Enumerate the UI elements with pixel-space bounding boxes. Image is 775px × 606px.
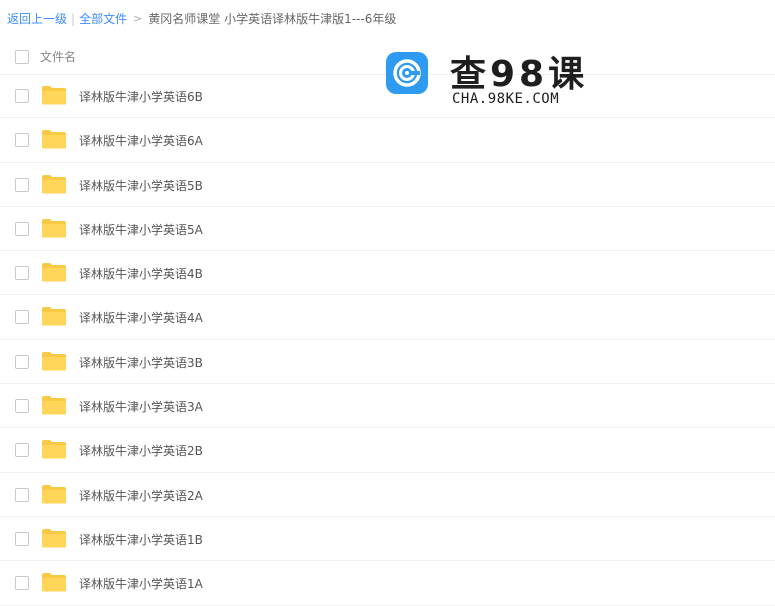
folder-icon bbox=[41, 262, 67, 282]
table-row[interactable]: 译林版牛津小学英语5A bbox=[0, 207, 775, 252]
folder-icon bbox=[41, 306, 67, 326]
breadcrumb-separator: | bbox=[71, 11, 76, 26]
all-files-link[interactable]: 全部文件 bbox=[79, 10, 127, 27]
file-name[interactable]: 译林版牛津小学英语4B bbox=[79, 265, 203, 282]
file-name[interactable]: 译林版牛津小学英语6B bbox=[79, 88, 203, 105]
table-row[interactable]: 译林版牛津小学英语1A bbox=[0, 561, 775, 606]
folder-icon bbox=[41, 85, 67, 105]
table-row[interactable]: 译林版牛津小学英语1B bbox=[0, 517, 775, 562]
folder-icon bbox=[41, 129, 67, 149]
file-name[interactable]: 译林版牛津小学英语3A bbox=[79, 398, 203, 415]
row-checkbox[interactable] bbox=[15, 310, 29, 325]
row-checkbox[interactable] bbox=[15, 221, 29, 236]
file-name[interactable]: 译林版牛津小学英语4A bbox=[79, 309, 203, 326]
row-checkbox[interactable] bbox=[15, 266, 29, 281]
breadcrumb-arrow-icon: > bbox=[133, 12, 143, 25]
folder-icon bbox=[41, 484, 67, 504]
file-name[interactable]: 译林版牛津小学英语3B bbox=[79, 354, 203, 371]
file-name[interactable]: 译林版牛津小学英语2B bbox=[79, 442, 203, 459]
file-list: 译林版牛津小学英语6B 译林版牛津小学英语6A 译林版牛津小学英语5B 译林版牛津小学… bbox=[0, 74, 775, 606]
file-name[interactable]: 译林版牛津小学英语6A bbox=[79, 132, 203, 149]
folder-icon bbox=[41, 572, 67, 592]
folder-icon bbox=[41, 218, 67, 238]
breadcrumb: 返回上一级 | 全部文件 > 黄冈名师课堂 小学英语译林版牛津版1---6年级 bbox=[7, 10, 396, 27]
file-name[interactable]: 译林版牛津小学英语2A bbox=[79, 487, 203, 504]
table-row[interactable]: 译林版牛津小学英语4B bbox=[0, 251, 775, 296]
back-link[interactable]: 返回上一级 bbox=[7, 10, 67, 27]
row-checkbox[interactable] bbox=[15, 177, 29, 192]
folder-icon bbox=[41, 174, 67, 194]
row-checkbox[interactable] bbox=[15, 443, 29, 458]
file-name[interactable]: 译林版牛津小学英语1A bbox=[79, 575, 203, 592]
folder-icon bbox=[41, 528, 67, 548]
table-row[interactable]: 译林版牛津小学英语2B bbox=[0, 428, 775, 473]
watermark-logo-icon bbox=[386, 52, 428, 94]
table-row[interactable]: 译林版牛津小学英语4A bbox=[0, 295, 775, 340]
row-checkbox[interactable] bbox=[15, 399, 29, 414]
table-row[interactable]: 译林版牛津小学英语2A bbox=[0, 473, 775, 517]
folder-icon bbox=[41, 395, 67, 415]
column-header-filename[interactable]: 文件名 bbox=[40, 48, 76, 65]
row-checkbox[interactable] bbox=[15, 576, 29, 591]
file-name[interactable]: 译林版牛津小学英语5A bbox=[79, 221, 203, 238]
watermark-url: CHA.98KE.COM bbox=[452, 91, 560, 107]
folder-icon bbox=[41, 439, 67, 459]
breadcrumb-current: 黄冈名师课堂 小学英语译林版牛津版1---6年级 bbox=[148, 12, 397, 26]
table-row[interactable]: 译林版牛津小学英语6A bbox=[0, 118, 775, 163]
table-row[interactable]: 译林版牛津小学英语3A bbox=[0, 384, 775, 429]
watermark: 查98课 CHA.98KE.COM bbox=[386, 45, 586, 115]
table-row[interactable]: 译林版牛津小学英语3B bbox=[0, 340, 775, 385]
row-checkbox[interactable] bbox=[15, 354, 29, 369]
table-row[interactable]: 译林版牛津小学英语5B bbox=[0, 163, 775, 207]
row-checkbox[interactable] bbox=[15, 133, 29, 148]
row-checkbox[interactable] bbox=[15, 531, 29, 546]
row-checkbox[interactable] bbox=[15, 89, 29, 103]
watermark-title: 查98课 bbox=[450, 54, 589, 95]
row-checkbox[interactable] bbox=[15, 487, 29, 502]
file-name[interactable]: 译林版牛津小学英语1B bbox=[79, 531, 203, 548]
file-name[interactable]: 译林版牛津小学英语5B bbox=[79, 177, 203, 194]
select-all-checkbox[interactable] bbox=[15, 50, 29, 64]
folder-icon bbox=[41, 351, 67, 371]
